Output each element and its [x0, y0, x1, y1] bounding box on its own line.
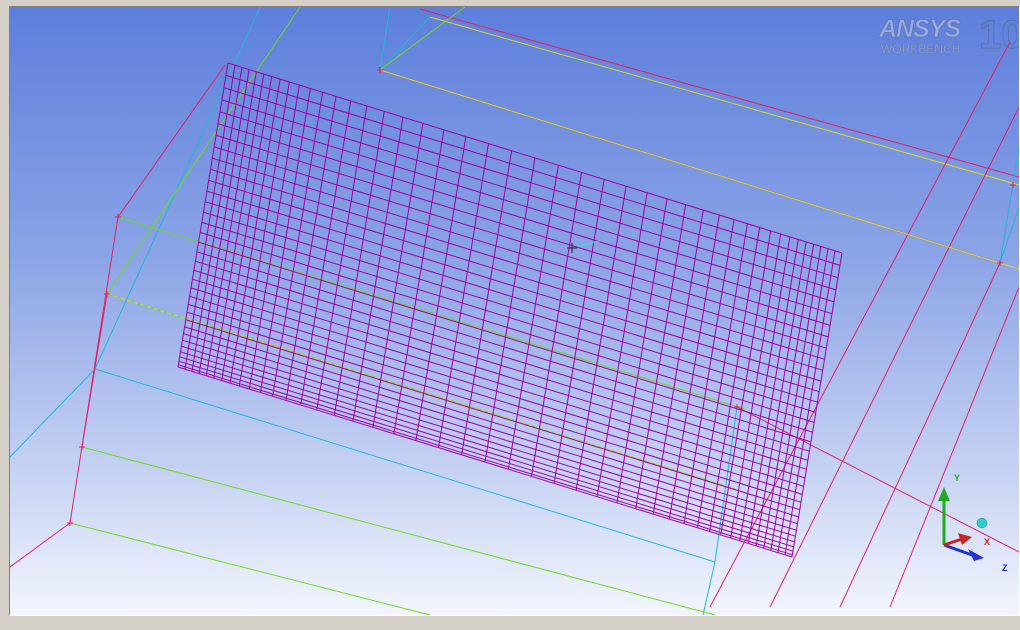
ansys-logo: ANSYS WORKBENCH 10 — [878, 13, 1019, 61]
mesh-line — [196, 251, 812, 443]
mesh-line — [784, 250, 836, 555]
mesh-line — [185, 319, 800, 511]
mesh-line — [180, 351, 795, 543]
mesh-line — [791, 252, 843, 558]
mesh-line — [747, 239, 799, 544]
mesh-line — [221, 99, 837, 291]
mesh-line — [507, 165, 559, 470]
mesh-line — [219, 111, 835, 303]
mesh-line — [531, 172, 582, 477]
edge-line — [379, 69, 1019, 270]
mesh-line — [720, 230, 772, 535]
mesh-line — [596, 192, 648, 497]
mesh-line — [372, 123, 424, 428]
vertex-marker — [997, 260, 1003, 266]
mesh-line — [553, 179, 605, 484]
vertex-marker — [104, 291, 110, 297]
logo-subtext: WORKBENCH — [881, 42, 961, 57]
mesh-line — [777, 248, 829, 553]
geometry-edges — [10, 7, 1019, 615]
logo-text: ANSYS — [878, 15, 961, 44]
mesh-line — [616, 198, 668, 503]
x-axis-label: X — [984, 537, 991, 547]
edge-line — [69, 522, 431, 615]
edge-line — [117, 216, 746, 410]
mesh-line — [186, 311, 802, 503]
edge-line — [81, 446, 716, 615]
mesh-surface[interactable] — [177, 62, 843, 558]
vertex-marker — [115, 214, 121, 220]
mesh-line — [192, 278, 807, 470]
mesh-line — [198, 69, 250, 374]
mesh-line — [438, 143, 489, 448]
mesh-line — [484, 157, 536, 463]
mesh-line — [214, 146, 829, 338]
mesh-scene[interactable] — [10, 7, 1019, 615]
mesh-line — [201, 221, 816, 413]
mesh-line — [203, 211, 818, 403]
vertex-marker — [79, 444, 85, 450]
mesh-line — [206, 190, 822, 382]
mesh-line — [316, 105, 368, 411]
mesh-line — [770, 246, 822, 551]
mesh-line — [191, 67, 243, 372]
edge-line — [106, 7, 301, 295]
mesh-line — [259, 88, 311, 393]
mesh-line — [393, 129, 445, 434]
mesh-line — [248, 85, 300, 390]
mesh-line — [709, 227, 761, 532]
mesh-line — [215, 134, 831, 326]
y-axis-label: Y — [954, 473, 961, 483]
mesh-line — [461, 150, 513, 455]
mesh-line — [652, 209, 704, 515]
mesh-line — [221, 76, 273, 381]
mesh-line — [178, 360, 794, 552]
triad-arrows-icon — [938, 487, 988, 561]
mesh-line — [352, 117, 404, 422]
graphics-viewport[interactable]: ANSYS WORKBENCH 10 Y X Z — [9, 6, 1020, 616]
mesh-line — [227, 62, 843, 254]
mesh-line — [212, 157, 827, 349]
mesh-line — [285, 96, 337, 401]
mesh-line — [195, 260, 810, 452]
mesh-line — [575, 186, 627, 491]
mesh-line — [181, 345, 796, 537]
mesh-line — [177, 62, 229, 368]
mesh-line — [178, 364, 793, 556]
edge-line — [379, 7, 466, 71]
edge-line — [999, 206, 1019, 264]
edge-line — [999, 146, 1019, 264]
mesh-line — [182, 339, 797, 531]
mesh-line — [190, 287, 806, 479]
mesh-line — [223, 87, 839, 279]
mesh-line — [184, 326, 799, 518]
edge-line — [81, 293, 108, 448]
mesh-line — [198, 241, 813, 433]
probe-marker — [567, 240, 601, 253]
edge-line — [10, 522, 71, 568]
logo-version: 10 — [979, 13, 1020, 58]
application-frame: ANSYS WORKBENCH 10 Y X Z — [0, 0, 1020, 630]
axis-triad[interactable]: Y X Z — [928, 467, 1018, 577]
edge-line — [702, 561, 716, 615]
mesh-line — [217, 123, 833, 315]
mesh-line — [415, 136, 467, 441]
mesh-line — [179, 356, 794, 548]
edge-line — [117, 64, 226, 218]
mesh-line — [208, 179, 823, 371]
z-axis-label: Z — [1002, 563, 1008, 573]
